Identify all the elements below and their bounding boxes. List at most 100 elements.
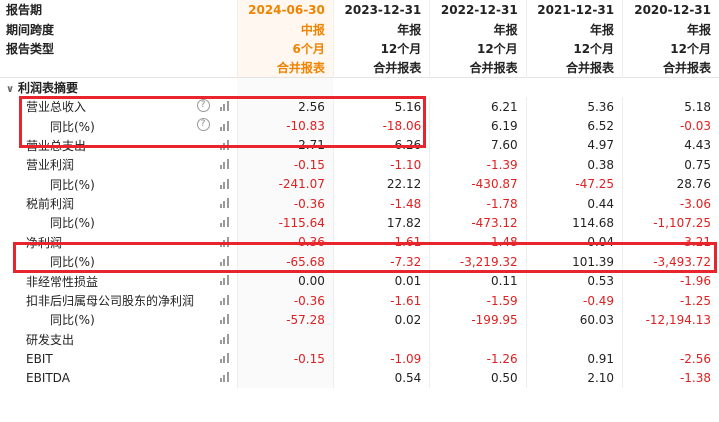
row-tools <box>219 332 229 344</box>
header-cell: 合并报表 <box>525 58 623 78</box>
section-row-income-summary[interactable]: ∨ 利润表摘要 <box>0 77 719 97</box>
bar-chart-icon[interactable] <box>219 99 229 112</box>
value-cell: 0.50 <box>429 368 527 388</box>
section-filler <box>429 77 527 97</box>
bar-chart-icon[interactable] <box>219 312 229 325</box>
bar-chart-icon[interactable] <box>219 235 229 247</box>
value-cell <box>429 329 527 350</box>
row-tools <box>219 312 229 325</box>
row-tools <box>219 370 229 383</box>
row-label: 营业利润 <box>26 158 75 173</box>
header-cell: 2022-12-31 <box>429 0 527 20</box>
row-label-cell: 营业总支出 <box>0 136 237 155</box>
value-cell: -1.26 <box>429 349 527 369</box>
row-label: 税前利润 <box>26 197 75 212</box>
value-cell: 2.71 <box>236 135 334 156</box>
value-cell: 0.91 <box>525 349 623 369</box>
value-cell: -0.49 <box>525 290 623 311</box>
section-filler <box>333 77 430 97</box>
value-cell: -7.32 <box>332 252 430 272</box>
row-tools <box>219 157 229 170</box>
value-cell: -241.07 <box>236 174 334 194</box>
section-label: 利润表摘要 <box>18 81 79 95</box>
value-cell: 17.82 <box>332 213 430 233</box>
row-label-cell: 同比(%) <box>0 175 237 194</box>
header-cell: 12个月 <box>525 38 623 59</box>
value-cell: -430.87 <box>429 174 527 194</box>
row-tools <box>219 215 229 228</box>
value-cell: -65.68 <box>236 252 334 272</box>
chevron-down-icon[interactable]: ∨ <box>6 84 18 95</box>
header-cell: 年报 <box>525 19 623 39</box>
bar-chart-icon[interactable] <box>219 351 229 364</box>
value-cell: -18.06 <box>332 116 430 136</box>
value-cell: -1.25 <box>622 290 719 311</box>
value-cell: 5.16 <box>332 96 430 117</box>
value-cell: 6.52 <box>525 116 623 136</box>
bar-chart-icon[interactable] <box>219 273 229 286</box>
header-cell[interactable]: 2024-06-30 <box>236 0 334 20</box>
bar-chart-icon[interactable] <box>219 119 229 131</box>
table-row: 非经常性损益 0.00 0.01 0.11 0.53 -1.96 <box>0 271 719 291</box>
header-cell: 合并报表 <box>236 58 334 78</box>
bar-chart-icon[interactable] <box>219 196 229 208</box>
section-header[interactable]: ∨ 利润表摘要 <box>0 77 237 97</box>
bar-chart-icon[interactable] <box>219 157 229 170</box>
table-row: 研发支出 <box>0 329 719 350</box>
value-cell: 0.02 <box>332 310 430 330</box>
row-tools <box>219 138 229 150</box>
value-cell: -1.48 <box>332 193 430 214</box>
income-statement-table: 报告期 2024-06-30 2023-12-31 2022-12-31 2021-12… <box>0 0 719 388</box>
bar-chart-icon[interactable] <box>219 370 229 383</box>
value-cell: 0.00 <box>236 271 334 291</box>
row-label: 扣非后归属母公司股东的净利润 <box>26 294 195 309</box>
value-cell: -1.38 <box>622 368 719 388</box>
row-label: 同比(%) <box>50 255 95 270</box>
value-cell: -1.61 <box>332 232 430 253</box>
value-cell: -1.59 <box>429 290 527 311</box>
bar-chart-icon[interactable] <box>219 177 229 189</box>
value-cell <box>525 329 623 350</box>
value-cell: 4.97 <box>525 135 623 156</box>
header-cell: 合并报表 <box>622 58 719 78</box>
table-row: 净利润 -0.36 -1.61 -1.48 0.04 -3.21 <box>0 232 719 253</box>
bar-chart-icon[interactable] <box>219 293 229 305</box>
section-filler <box>237 77 334 97</box>
value-cell: -12,194.13 <box>622 310 719 330</box>
header-cell: 6个月 <box>236 38 334 59</box>
row-label: 营业总收入 <box>26 100 87 115</box>
bar-chart-icon[interactable] <box>219 254 229 267</box>
help-icon[interactable]: ? <box>196 118 210 132</box>
table-row: 同比(%) -65.68 -7.32 -3,219.32 101.39 -3,493.72 <box>0 252 719 272</box>
row-label: EBITDA <box>26 371 70 386</box>
value-cell: 6.26 <box>332 135 430 156</box>
value-cell: 0.38 <box>525 155 623 175</box>
help-icon[interactable]: ? <box>196 98 210 112</box>
value-cell: 0.75 <box>622 155 719 175</box>
value-cell: 4.43 <box>622 135 719 156</box>
value-cell: 101.39 <box>525 252 623 272</box>
bar-chart-icon[interactable] <box>219 332 229 344</box>
row-label-cell: 同比(%) <box>0 252 237 271</box>
value-cell: -473.12 <box>429 213 527 233</box>
section-filler <box>622 77 719 97</box>
value-cell: 0.04 <box>525 232 623 253</box>
row-label-cell: EBITDA <box>0 368 237 387</box>
header-cell: 合并报表 <box>429 58 527 78</box>
row-label-cell: EBIT <box>0 349 237 368</box>
header-label: 期间跨度 <box>6 22 55 37</box>
header-cell: 中报 <box>236 19 334 39</box>
value-cell <box>236 368 334 388</box>
header-row: 期间跨度 中报 年报 年报 年报 年报 <box>0 19 719 39</box>
row-label-cell: 同比(%) <box>0 213 237 232</box>
value-cell: 0.53 <box>525 271 623 291</box>
table-row: 同比(%) -115.64 17.82 -473.12 114.68 -1,107.25 <box>0 213 719 233</box>
bar-chart-icon[interactable] <box>219 215 229 228</box>
row-tools: ? <box>196 98 229 112</box>
row-tools: ? <box>196 118 229 132</box>
row-label-cell: 营业总收入? <box>0 97 237 116</box>
table-row: 营业利润 -0.15 -1.10 -1.39 0.38 0.75 <box>0 155 719 175</box>
table-row: EBIT -0.15 -1.09 -1.26 0.91 -2.56 <box>0 349 719 369</box>
bar-chart-icon[interactable] <box>219 138 229 150</box>
table-row: 同比(%)? -10.83 -18.06 6.19 6.52 -0.03 <box>0 116 719 136</box>
